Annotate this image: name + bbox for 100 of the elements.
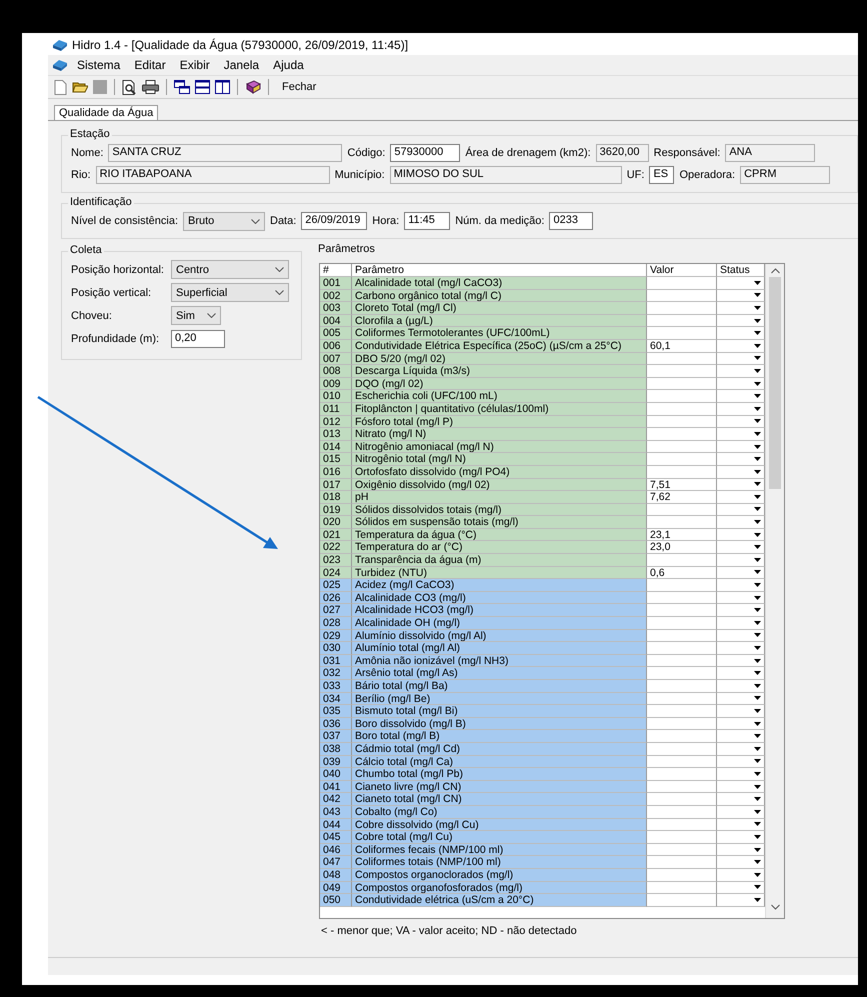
table-cell[interactable] [647, 402, 717, 416]
table-cell[interactable] [647, 440, 717, 454]
dropdown-arrow-icon[interactable] [754, 684, 761, 688]
table-cell[interactable] [647, 428, 717, 441]
table-cell[interactable] [647, 793, 717, 806]
menu-item[interactable]: Editar [129, 58, 171, 72]
dropdown[interactable]: Sim [171, 306, 221, 325]
cascade-windows-icon[interactable] [174, 80, 190, 94]
new-document-icon[interactable] [54, 80, 67, 94]
text-field[interactable]: 26/09/2019 [301, 212, 368, 230]
table-cell[interactable]: 23,1 [647, 528, 717, 542]
dropdown-arrow-icon[interactable] [754, 306, 761, 310]
close-button[interactable]: Fechar [276, 81, 322, 93]
table-cell[interactable] [647, 742, 717, 756]
dropdown-arrow-icon[interactable] [754, 898, 761, 902]
dropdown-arrow-icon[interactable] [754, 872, 761, 877]
table-cell[interactable] [647, 352, 717, 366]
table-cell[interactable] [647, 327, 717, 340]
dropdown-arrow-icon[interactable] [754, 432, 761, 436]
dropdown-arrow-icon[interactable] [754, 834, 761, 839]
dropdown-arrow-icon[interactable] [754, 810, 761, 814]
dropdown-arrow-icon[interactable] [754, 708, 761, 713]
dropdown-arrow-icon[interactable] [754, 520, 761, 524]
table-cell[interactable]: 60,1 [647, 340, 717, 353]
text-field[interactable]: CPRM [740, 166, 830, 184]
table-cell[interactable] [647, 604, 717, 618]
scroll-up-icon[interactable] [770, 268, 780, 274]
table-cell[interactable]: 23,0 [647, 541, 717, 554]
menu-item[interactable]: Ajuda [268, 58, 309, 72]
dropdown-arrow-icon[interactable] [754, 482, 761, 486]
table-cell[interactable] [647, 756, 717, 768]
dropdown-arrow-icon[interactable] [754, 772, 761, 776]
table-cell[interactable] [647, 378, 717, 390]
text-field[interactable]: SANTA CRUZ [108, 144, 342, 162]
dropdown-arrow-icon[interactable] [754, 318, 761, 323]
table-cell[interactable]: 0,6 [647, 566, 717, 580]
dropdown-arrow-icon[interactable] [754, 532, 761, 537]
text-field[interactable]: 11:45 [404, 212, 450, 230]
table-cell[interactable] [647, 718, 717, 730]
dropdown-arrow-icon[interactable] [754, 293, 761, 298]
table-cell[interactable] [647, 554, 717, 567]
print-preview-icon[interactable] [122, 80, 137, 94]
dropdown-arrow-icon[interactable] [754, 696, 761, 700]
dropdown-arrow-icon[interactable] [754, 545, 761, 550]
text-field[interactable]: 3620,00 [596, 144, 649, 162]
table-cell[interactable]: 7,51 [647, 478, 717, 492]
table-cell[interactable] [647, 894, 717, 907]
dropdown-arrow-icon[interactable] [754, 784, 761, 789]
dropdown[interactable]: Centro [171, 260, 289, 279]
open-folder-icon[interactable] [72, 80, 88, 94]
table-cell[interactable] [647, 290, 717, 302]
dropdown-arrow-icon[interactable] [754, 356, 761, 360]
table-cell[interactable] [647, 630, 717, 642]
table-cell[interactable] [647, 692, 717, 706]
dropdown-arrow-icon[interactable] [754, 406, 761, 411]
dropdown-arrow-icon[interactable] [754, 860, 761, 864]
table-cell[interactable] [647, 680, 717, 693]
dropdown-arrow-icon[interactable] [754, 494, 761, 499]
dropdown-arrow-icon[interactable] [754, 759, 761, 764]
dropdown-arrow-icon[interactable] [754, 394, 761, 398]
text-field[interactable]: MIMOSO DO SUL [390, 166, 622, 184]
table-cell[interactable] [647, 579, 717, 592]
tile-horizontal-icon[interactable] [195, 80, 210, 94]
dropdown-arrow-icon[interactable] [754, 280, 761, 285]
table-cell[interactable] [647, 617, 717, 630]
text-field[interactable]: ES [649, 166, 674, 184]
table-cell[interactable] [647, 818, 717, 832]
table-cell[interactable] [647, 730, 717, 743]
dropdown-arrow-icon[interactable] [754, 620, 761, 625]
table-cell[interactable] [647, 453, 717, 466]
dropdown-arrow-icon[interactable] [754, 633, 761, 638]
dropdown-arrow-icon[interactable] [754, 596, 761, 600]
dropdown[interactable]: Bruto [183, 212, 265, 230]
tile-vertical-icon[interactable] [215, 80, 230, 94]
dropdown-arrow-icon[interactable] [754, 457, 761, 462]
dropdown-arrow-icon[interactable] [754, 885, 761, 890]
dropdown-arrow-icon[interactable] [754, 658, 761, 663]
dropdown-arrow-icon[interactable] [754, 344, 761, 348]
table-cell[interactable] [647, 390, 717, 403]
text-field[interactable]: RIO ITABAPOANA [96, 166, 330, 184]
menu-item[interactable]: Exibir [174, 58, 215, 72]
scroll-down-icon[interactable] [770, 904, 780, 910]
dropdown-arrow-icon[interactable] [754, 822, 761, 826]
table-cell[interactable] [647, 780, 717, 794]
table-cell[interactable] [647, 466, 717, 478]
text-field[interactable]: ANA [725, 144, 816, 162]
table-cell[interactable] [647, 642, 717, 655]
table-cell[interactable] [647, 882, 717, 894]
table-cell[interactable] [647, 314, 717, 328]
table-cell[interactable] [647, 302, 717, 315]
table-cell[interactable] [647, 277, 717, 290]
table-cell[interactable] [647, 831, 717, 844]
table-cell[interactable] [647, 504, 717, 516]
table-cell[interactable] [647, 654, 717, 668]
table-cell[interactable] [647, 868, 717, 882]
dropdown-arrow-icon[interactable] [754, 797, 761, 802]
dropdown-arrow-icon[interactable] [754, 848, 761, 852]
table-cell[interactable] [647, 856, 717, 869]
dropdown-arrow-icon[interactable] [754, 746, 761, 751]
tab[interactable]: Qualidade da Água [54, 105, 158, 120]
